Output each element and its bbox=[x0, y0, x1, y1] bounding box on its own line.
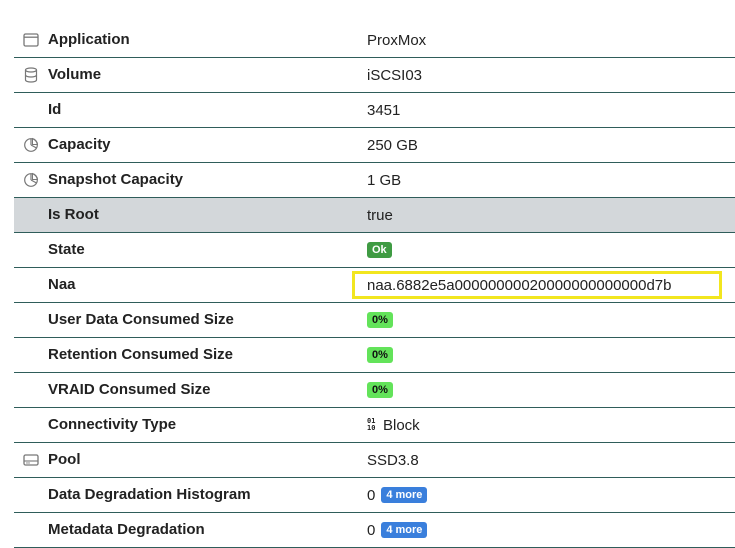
table-row: Capacity 250 GB bbox=[14, 128, 735, 163]
row-value-capacity: 250 GB bbox=[367, 136, 418, 154]
table-row: Data Degradation Histogram 0 4 more bbox=[14, 478, 735, 513]
row-key-data-degradation: Data Degradation Histogram bbox=[48, 486, 251, 503]
window-icon bbox=[14, 23, 47, 57]
row-key-is-root: Is Root bbox=[48, 206, 99, 223]
table-row: Naa naa.6882e5a00000000020000000000000d7… bbox=[14, 268, 735, 303]
row-key-capacity: Capacity bbox=[48, 136, 111, 153]
row-value-data-degradation: 0 bbox=[367, 486, 376, 504]
table-row: Retention Consumed Size 0% bbox=[14, 338, 735, 373]
row-key-volume: Volume bbox=[48, 66, 102, 83]
table-row: Snapshot Capacity 1 GB bbox=[14, 163, 735, 198]
row-value-volume: iSCSI03 bbox=[367, 66, 423, 84]
details-table: Application ProxMox Volume iSCSI03 Id 34… bbox=[14, 23, 735, 548]
hard-drive-icon bbox=[14, 443, 47, 477]
table-row: Pool SSD3.8 bbox=[14, 443, 735, 478]
row-value-application: ProxMox bbox=[367, 31, 427, 49]
row-value-metadata-degradation: 0 bbox=[367, 521, 376, 539]
row-key-snapshot-capacity: Snapshot Capacity bbox=[48, 171, 184, 188]
row-key-retention-consumed: Retention Consumed Size bbox=[48, 346, 234, 363]
table-row: State Ok bbox=[14, 233, 735, 268]
table-row-highlighted: Is Root true bbox=[14, 198, 735, 233]
row-key-application: Application bbox=[48, 31, 130, 48]
row-value-naa: naa.6882e5a00000000020000000000000d7b bbox=[367, 276, 672, 294]
status-badge: Ok bbox=[367, 242, 392, 258]
row-key-vraid-consumed: VRAID Consumed Size bbox=[48, 381, 211, 398]
percent-badge: 0% bbox=[367, 312, 393, 328]
table-row: User Data Consumed Size 0% bbox=[14, 303, 735, 338]
binary-icon: 01 10 bbox=[367, 417, 376, 432]
row-value-snapshot-capacity: 1 GB bbox=[367, 171, 402, 189]
row-key-state: State bbox=[48, 241, 85, 258]
row-key-user-data-consumed: User Data Consumed Size bbox=[48, 311, 234, 328]
table-row: Volume iSCSI03 bbox=[14, 58, 735, 93]
database-icon bbox=[14, 58, 47, 92]
row-value-is-root: true bbox=[367, 206, 393, 224]
row-value-id: 3451 bbox=[367, 101, 401, 119]
table-row: Metadata Degradation 0 4 more bbox=[14, 513, 735, 548]
row-value-pool: SSD3.8 bbox=[367, 451, 419, 469]
pie-chart-icon bbox=[14, 163, 47, 197]
table-row: Application ProxMox bbox=[14, 23, 735, 58]
pie-chart-icon bbox=[14, 128, 47, 162]
percent-badge: 0% bbox=[367, 347, 393, 363]
row-key-connectivity-type: Connectivity Type bbox=[48, 416, 177, 433]
table-row: Connectivity Type 01 10 Block bbox=[14, 408, 735, 443]
naa-value-field[interactable]: naa.6882e5a00000000020000000000000d7b bbox=[352, 271, 722, 299]
table-row: VRAID Consumed Size 0% bbox=[14, 373, 735, 408]
row-key-metadata-degradation: Metadata Degradation bbox=[48, 521, 205, 538]
row-value-connectivity-type: Block bbox=[383, 416, 420, 434]
more-badge[interactable]: 4 more bbox=[381, 487, 428, 503]
row-key-id: Id bbox=[48, 101, 62, 118]
percent-badge: 0% bbox=[367, 382, 393, 398]
row-key-pool: Pool bbox=[48, 451, 81, 468]
more-badge[interactable]: 4 more bbox=[381, 522, 428, 538]
table-row: Id 3451 bbox=[14, 93, 735, 128]
